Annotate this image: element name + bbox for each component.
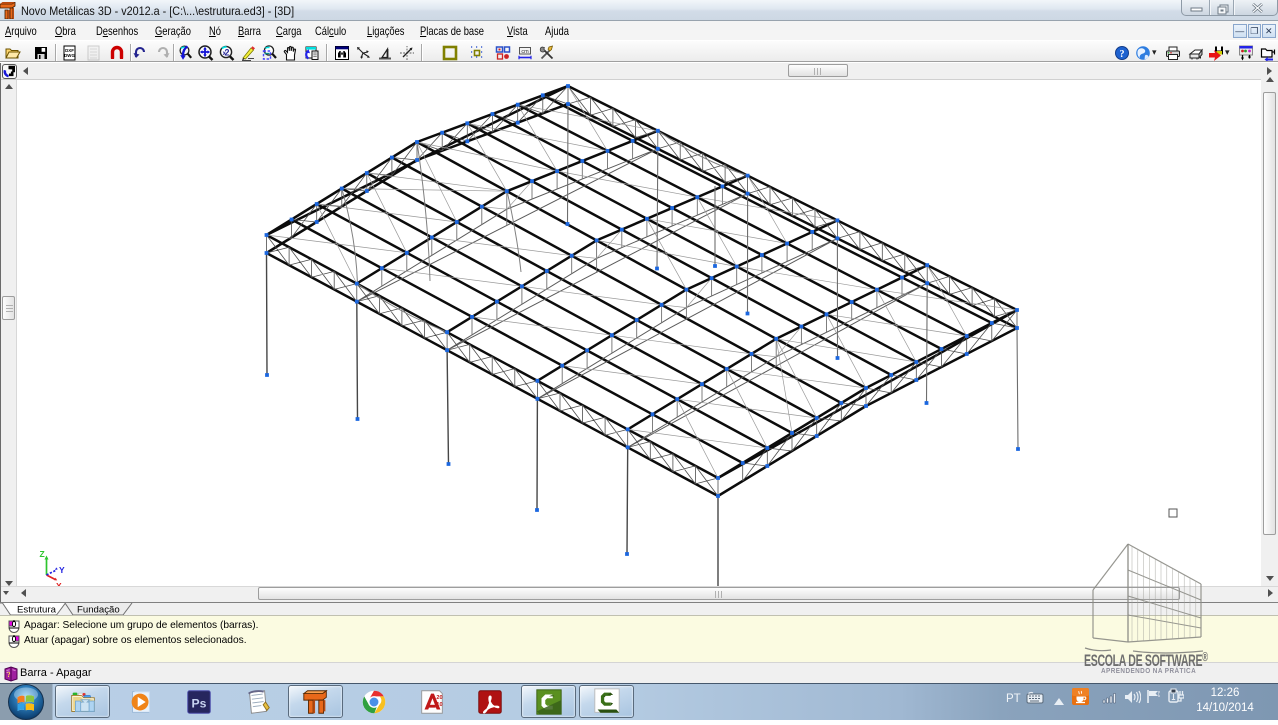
svg-text:Ps: Ps <box>191 696 206 710</box>
svg-text:cm: cm <box>521 49 529 55</box>
svg-text:20: 20 <box>436 695 442 701</box>
svg-text:?: ? <box>1120 49 1125 60</box>
svg-text:Z: Z <box>40 549 45 559</box>
svg-text:Y: Y <box>59 565 65 575</box>
svg-text:DWG: DWG <box>64 53 75 58</box>
svg-text:10: 10 <box>436 701 442 707</box>
svg-text:?: ? <box>7 671 11 679</box>
svg-text:Estrutura: Estrutura <box>17 605 57 616</box>
svg-text:Fundação: Fundação <box>77 605 120 616</box>
